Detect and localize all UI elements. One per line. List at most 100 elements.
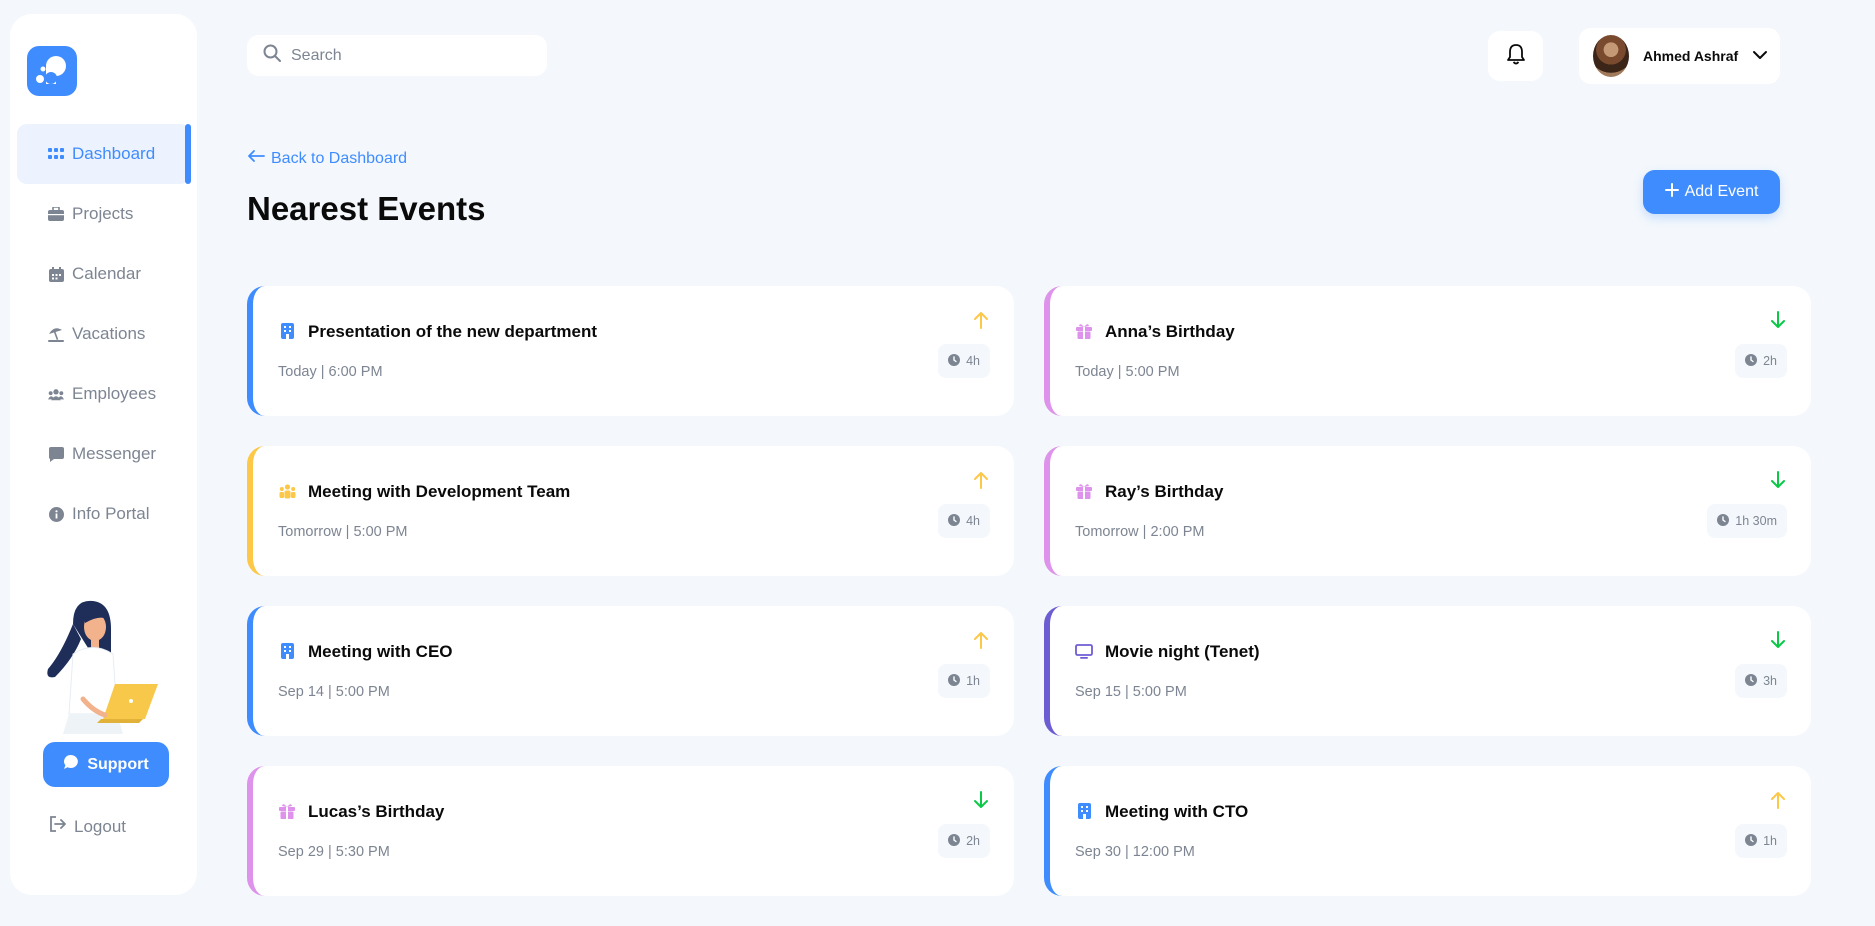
sidebar-item-label: Projects — [72, 204, 134, 223]
arrow-down-icon — [1769, 470, 1787, 490]
duration-badge: 2h — [1735, 344, 1787, 378]
duration-label: 4h — [966, 514, 980, 528]
duration-badge: 3h — [1735, 664, 1787, 698]
duration-label: 2h — [966, 834, 980, 848]
user-profile-menu[interactable]: Ahmed Ashraf — [1579, 28, 1780, 84]
duration-label: 2h — [1763, 354, 1777, 368]
chevron-down-icon — [1752, 47, 1768, 65]
clock-icon — [1717, 513, 1730, 529]
briefcase-icon — [48, 206, 64, 222]
event-name: Lucas’s Birthday — [308, 802, 445, 821]
event-time: Tomorrow | 2:00 PM — [1075, 524, 1205, 540]
search-icon — [263, 44, 281, 67]
clock-icon — [1745, 353, 1758, 369]
add-event-button[interactable]: Add Event — [1643, 170, 1780, 214]
arrow-left-icon — [247, 149, 265, 168]
users-icon — [48, 386, 64, 402]
event-time: Sep 30 | 12:00 PM — [1075, 844, 1195, 860]
event-card[interactable]: Presentation of the new department Today… — [247, 286, 1014, 416]
support-label: Support — [87, 755, 149, 773]
arrow-down-icon — [972, 790, 990, 810]
event-card[interactable]: Movie night (Tenet) Sep 15 | 5:00 PM 3h — [1044, 606, 1811, 736]
event-name: Meeting with Development Team — [308, 482, 571, 501]
event-name: Anna’s Birthday — [1105, 322, 1235, 341]
sidebar-item-calendar[interactable]: Calendar — [17, 244, 190, 304]
building-icon — [1075, 802, 1093, 820]
duration-label: 3h — [1763, 674, 1777, 688]
clock-icon — [948, 833, 961, 849]
sidebar-item-dashboard[interactable]: Dashboard — [17, 124, 191, 184]
sidebar-item-label: Calendar — [72, 264, 141, 283]
support-button[interactable]: Support — [43, 742, 169, 787]
sidebar: Dashboard Projects Calendar Vacations Em… — [10, 14, 197, 895]
user-name: Ahmed Ashraf — [1643, 48, 1739, 64]
calendar-icon — [48, 266, 64, 282]
building-icon — [278, 642, 296, 660]
beach-umbrella-icon — [48, 326, 64, 342]
clock-icon — [948, 513, 961, 529]
arrow-up-icon — [972, 630, 990, 650]
duration-label: 1h — [1763, 834, 1777, 848]
event-time: Sep 14 | 5:00 PM — [278, 684, 390, 700]
sidebar-item-employees[interactable]: Employees — [17, 364, 190, 424]
search-bar[interactable] — [247, 35, 547, 76]
monitor-icon — [1075, 642, 1093, 660]
arrow-up-icon — [972, 470, 990, 490]
event-time: Today | 5:00 PM — [1075, 364, 1180, 380]
duration-badge: 4h — [938, 344, 990, 378]
chat-icon — [48, 446, 64, 462]
sidebar-item-label: Info Portal — [72, 504, 150, 523]
back-label: Back to Dashboard — [271, 149, 408, 167]
event-time: Sep 15 | 5:00 PM — [1075, 684, 1187, 700]
logout-link[interactable]: Logout — [49, 816, 126, 837]
back-to-dashboard-link[interactable]: Back to Dashboard — [247, 149, 407, 168]
arrow-up-icon — [1769, 790, 1787, 810]
logo-icon — [36, 56, 66, 84]
sidebar-nav: Dashboard Projects Calendar Vacations Em… — [17, 124, 191, 544]
clock-icon — [1745, 833, 1758, 849]
notifications-button[interactable] — [1488, 31, 1543, 81]
arrow-down-icon — [1769, 630, 1787, 650]
event-card[interactable]: Anna’s Birthday Today | 5:00 PM 2h — [1044, 286, 1811, 416]
support-illustration — [43, 599, 178, 739]
event-card[interactable]: Meeting with CEO Sep 14 | 5:00 PM 1h — [247, 606, 1014, 736]
logout-icon — [49, 816, 66, 837]
event-card[interactable]: Ray’s Birthday Tomorrow | 2:00 PM 1h 30m — [1044, 446, 1811, 576]
avatar — [1593, 35, 1629, 77]
search-input[interactable] — [291, 46, 531, 65]
chat-icon — [63, 754, 79, 775]
event-name: Ray’s Birthday — [1105, 482, 1224, 501]
add-event-label: Add Event — [1684, 183, 1759, 200]
gift-icon — [1075, 322, 1093, 340]
app-logo[interactable] — [27, 46, 77, 96]
building-icon — [278, 322, 296, 340]
duration-label: 1h 30m — [1735, 514, 1777, 528]
event-name: Movie night (Tenet) — [1105, 642, 1260, 661]
event-time: Tomorrow | 5:00 PM — [278, 524, 408, 540]
event-card[interactable]: Meeting with Development Team Tomorrow |… — [247, 446, 1014, 576]
sidebar-item-label: Dashboard — [72, 144, 156, 163]
duration-badge: 4h — [938, 504, 990, 538]
sidebar-item-vacations[interactable]: Vacations — [17, 304, 190, 364]
event-card[interactable]: Meeting with CTO Sep 30 | 12:00 PM 1h — [1044, 766, 1811, 896]
gift-icon — [278, 802, 296, 820]
clock-icon — [1745, 673, 1758, 689]
duration-badge: 1h — [1735, 824, 1787, 858]
duration-label: 1h — [966, 674, 980, 688]
sidebar-item-label: Messenger — [72, 444, 157, 463]
sidebar-item-info-portal[interactable]: Info Portal — [17, 484, 190, 544]
sidebar-item-messenger[interactable]: Messenger — [17, 424, 190, 484]
gift-icon — [1075, 482, 1093, 500]
event-card[interactable]: Lucas’s Birthday Sep 29 | 5:30 PM 2h — [247, 766, 1014, 896]
duration-label: 4h — [966, 354, 980, 368]
logout-label: Logout — [74, 816, 126, 836]
clock-icon — [948, 353, 961, 369]
bell-icon — [1506, 43, 1526, 70]
grid-icon — [48, 146, 64, 162]
event-time: Sep 29 | 5:30 PM — [278, 844, 390, 860]
event-name: Meeting with CEO — [308, 642, 453, 661]
sidebar-item-projects[interactable]: Projects — [17, 184, 190, 244]
duration-badge: 2h — [938, 824, 990, 858]
plus-icon — [1664, 182, 1679, 202]
info-icon — [48, 506, 64, 522]
